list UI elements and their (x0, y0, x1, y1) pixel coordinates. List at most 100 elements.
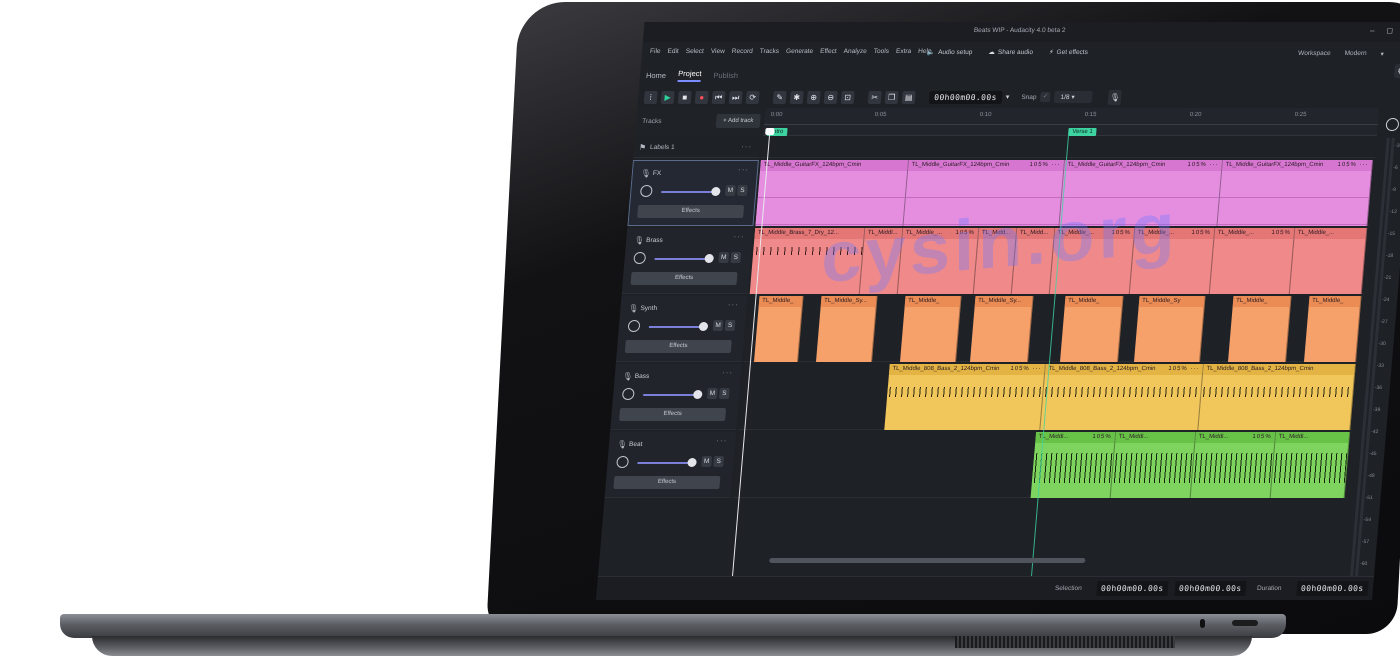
mute-button[interactable]: M (712, 320, 724, 331)
audio-clip[interactable]: TL_Middle_ (753, 296, 804, 362)
volume-slider[interactable] (654, 258, 709, 260)
audio-clip[interactable]: TL_Middle_808_Bass_2_124bpm_Cmin 105% ··· (1040, 364, 1204, 430)
loop-button[interactable]: ⟳ (745, 90, 760, 104)
tab-publish[interactable]: Publish (713, 71, 738, 80)
skip-end-button[interactable]: ⏭ (728, 90, 743, 104)
volume-slider[interactable] (643, 394, 698, 396)
audio-clip[interactable]: TL_Middle_Sy... (969, 296, 1034, 362)
snap-checkbox[interactable]: ✓ (1040, 92, 1051, 102)
volume-slider-handle[interactable] (692, 390, 703, 399)
zoom-in-icon[interactable]: ⊕ (806, 90, 821, 104)
drag-handle-icon[interactable]: ⁞ (643, 90, 658, 104)
audio-clip[interactable]: TL_Middle_ (1059, 296, 1124, 362)
skip-start-button[interactable]: ⏮ (711, 90, 726, 104)
get-effects-button[interactable]: ⚡ Get effects (1049, 48, 1089, 56)
zoom-out-icon[interactable]: ⊖ (823, 90, 838, 104)
pan-knob[interactable] (633, 252, 647, 264)
audio-clip[interactable]: TL_Middle_... (1289, 228, 1368, 294)
audio-clip[interactable]: TL_Middle_Sy... (815, 296, 878, 362)
gear-icon[interactable]: ⚙ (1393, 64, 1400, 78)
audio-clip[interactable]: TL_Middle_808_Bass_2_124bpm_Cmin 105% ··· (884, 364, 1046, 430)
cut-icon[interactable]: ✂ (867, 90, 882, 104)
track-header-bass[interactable]: 🎙 Bass ··· M S Effects (610, 364, 742, 430)
audio-clip[interactable]: TL_Middle_ (899, 296, 962, 362)
chevron-down-icon[interactable]: ▾ (1006, 93, 1010, 101)
effects-button[interactable]: Effects (630, 272, 738, 285)
audio-clip[interactable]: TL_Middl... 105% (1030, 432, 1117, 498)
timeline-ruler[interactable]: 0:00 0:05 0:10 0:15 0:20 0:25 Intro Vers… (762, 108, 1380, 136)
multi-tool-icon[interactable]: ✱ (789, 90, 804, 104)
effects-button[interactable]: Effects (613, 476, 721, 489)
audio-clip[interactable]: TL_Middle_Sy (1133, 296, 1206, 362)
marker-verse[interactable]: Verse 1 (1067, 128, 1097, 136)
microphone-icon[interactable]: 🎙 (1107, 89, 1123, 105)
draw-tool-icon[interactable]: ✎ (772, 90, 787, 104)
record-button[interactable]: ● (694, 90, 709, 104)
audio-clip[interactable]: TL_Middle_... 105% (1209, 228, 1296, 294)
pan-knob[interactable] (627, 320, 641, 332)
add-track-button[interactable]: + Add track (715, 114, 761, 128)
effects-button[interactable]: Effects (619, 408, 727, 421)
volume-slider-handle[interactable] (687, 458, 697, 467)
solo-button[interactable]: S (718, 388, 730, 399)
menu-analyze[interactable]: Analyze (843, 48, 867, 55)
more-icon[interactable]: ··· (722, 368, 734, 377)
copy-icon[interactable]: ❐ (884, 90, 899, 104)
selection-start[interactable]: 00h00m00.00s (1096, 581, 1169, 596)
menu-tools[interactable]: Tools (874, 48, 890, 55)
audio-clip[interactable]: TL_Middl... (1110, 432, 1197, 498)
menu-select[interactable]: Select (685, 48, 704, 55)
audio-setup-button[interactable]: 🔈 Audio setup (927, 48, 973, 56)
playhead-handle[interactable] (765, 128, 775, 135)
solo-button[interactable]: S (713, 456, 725, 467)
mute-button[interactable]: M (724, 185, 736, 196)
menu-effect[interactable]: Effect (820, 48, 837, 55)
mute-button[interactable]: M (718, 252, 730, 263)
mute-button[interactable]: M (706, 388, 718, 399)
track-header-brass[interactable]: 🎙 Brass ··· M S Effects (621, 228, 754, 294)
time-display[interactable]: 00h00m00.00s (928, 90, 1003, 104)
track-header-fx[interactable]: 🎙 FX ··· M S Effects (627, 160, 759, 226)
more-icon[interactable]: ··· (727, 300, 739, 309)
play-button[interactable]: ▶ (660, 90, 675, 104)
maximize-button[interactable]: ◻ (1386, 26, 1393, 35)
effects-button[interactable]: Effects (624, 340, 732, 353)
menu-view[interactable]: View (711, 48, 726, 55)
menu-file[interactable]: File (650, 48, 661, 55)
menu-edit[interactable]: Edit (667, 48, 679, 55)
pan-knob[interactable] (639, 185, 653, 197)
track-header-beat[interactable]: 🎙 Beat ··· M S Effects (604, 432, 737, 498)
pan-knob[interactable] (616, 456, 630, 468)
share-audio-button[interactable]: ☁ Share audio (988, 48, 1033, 56)
pan-knob[interactable] (621, 388, 635, 400)
more-icon[interactable]: ··· (716, 436, 728, 445)
more-icon[interactable]: ··· (733, 232, 745, 241)
minimize-button[interactable]: – (1370, 26, 1375, 35)
stop-button[interactable]: ■ (677, 90, 692, 104)
audio-clip[interactable]: TL_Middle_808_Bass_2_124bpm_Cmin (1198, 364, 1356, 430)
workspace-selector[interactable]: Workspace Modern ▾ (1298, 50, 1384, 58)
volume-slider[interactable] (661, 191, 716, 193)
solo-button[interactable]: S (730, 252, 742, 263)
tab-project[interactable]: Project (677, 68, 702, 82)
audio-clip[interactable]: TL_Middle_ (1303, 296, 1362, 362)
volume-slider-handle[interactable] (710, 187, 721, 196)
more-icon[interactable]: ··· (741, 142, 753, 151)
menu-record[interactable]: Record (732, 48, 754, 55)
track-header-synth[interactable]: 🎙 Synth ··· M S Effects (615, 296, 748, 362)
solo-button[interactable]: S (724, 320, 736, 331)
selection-end[interactable]: 00h00m00.00s (1174, 581, 1247, 596)
volume-slider[interactable] (648, 326, 704, 328)
volume-slider-handle[interactable] (698, 322, 709, 331)
effects-button[interactable]: Effects (637, 205, 745, 218)
more-icon[interactable]: ··· (738, 165, 750, 174)
tab-home[interactable]: Home (646, 71, 667, 80)
menu-tracks[interactable]: Tracks (760, 48, 780, 55)
menu-generate[interactable]: Generate (786, 48, 814, 55)
mute-button[interactable]: M (701, 456, 713, 467)
audio-clip[interactable]: TL_Middl... 105% (1190, 432, 1277, 498)
snap-select[interactable]: 1/8 ▾ (1054, 91, 1094, 103)
solo-button[interactable]: S (736, 185, 748, 196)
label-track-lane[interactable] (761, 138, 1377, 158)
audio-clip[interactable]: TL_Middle_ (1227, 296, 1292, 362)
